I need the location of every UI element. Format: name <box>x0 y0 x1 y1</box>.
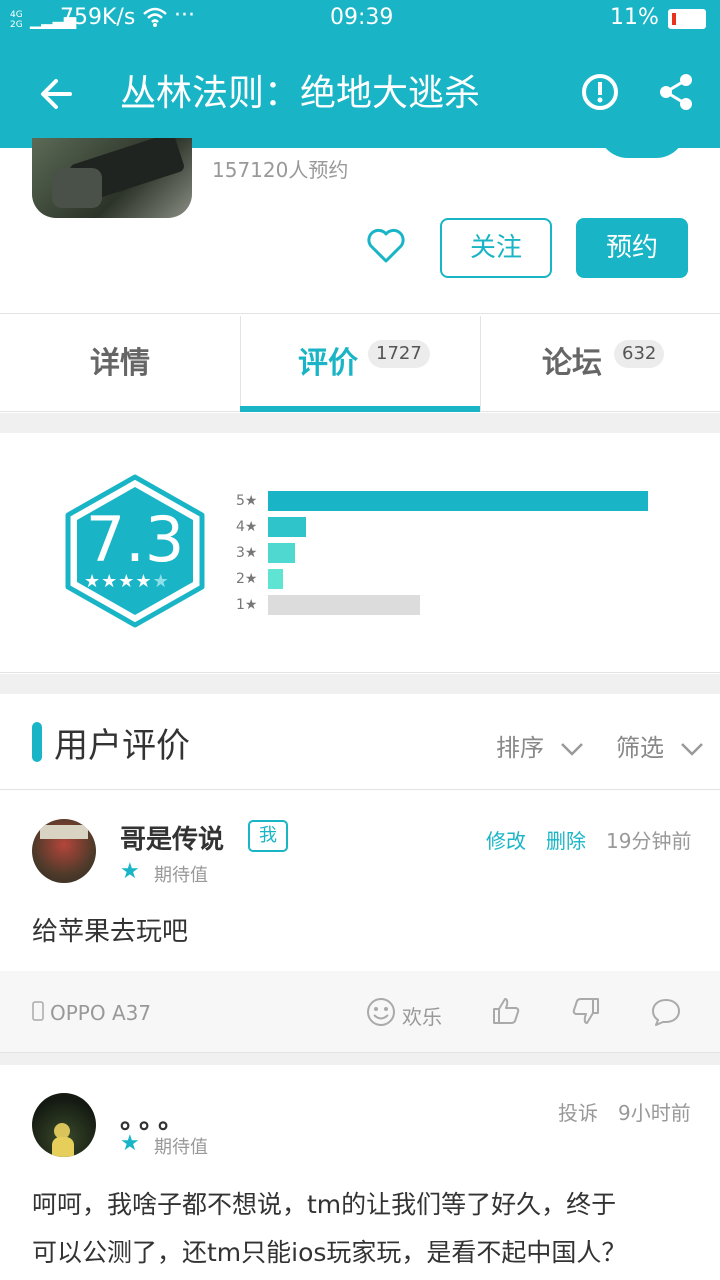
divider <box>0 1053 720 1065</box>
star-icon: ★ <box>120 859 140 884</box>
reviews-count-badge: 1727 <box>368 340 430 368</box>
tab-reviews[interactable]: 评价 1727 <box>240 316 480 412</box>
tab-reviews-label: 评价 <box>298 346 358 381</box>
back-arrow-icon[interactable] <box>36 74 76 118</box>
edit-link[interactable]: 修改 <box>486 825 526 854</box>
review-content: 给苹果去玩吧 <box>32 917 189 947</box>
rating-summary: 7.3 ★★★★★ 5★ 4★ 3★ 2★ 1★ <box>0 433 720 673</box>
status-bar: 4G 2G ▁▂▃▅ 759K/s ··· 09:39 11% <box>0 0 720 40</box>
favorite-heart-icon[interactable] <box>366 228 406 268</box>
reserve-button[interactable]: 预约 <box>576 218 688 278</box>
review-content-line-2: 可以公测了，还tm只能ios玩家玩，是看不起中国人？ <box>32 1238 627 1267</box>
reservation-count: 157120人预约 <box>212 158 349 182</box>
tab-details-label: 详情 <box>90 346 150 381</box>
report-icon[interactable] <box>580 72 620 116</box>
section-title: 用户评价 <box>54 726 190 766</box>
wifi-icon <box>142 6 168 34</box>
review-tag: 期待值 <box>154 1137 208 1158</box>
rating-row-4: 4★ <box>236 517 306 537</box>
rating-row-2: 2★ <box>236 569 283 589</box>
sort-dropdown[interactable]: 排序 <box>496 728 584 763</box>
rating-row-label: 4★ <box>236 519 258 535</box>
rating-row-label: 1★ <box>236 597 258 613</box>
page-title: 丛林法则：绝地大逃杀 <box>120 73 481 114</box>
rating-row-label: 3★ <box>236 545 258 561</box>
divider <box>0 674 720 694</box>
rating-bar-5 <box>268 491 648 511</box>
rating-bar-4 <box>268 517 306 537</box>
rating-row-label: 2★ <box>236 571 258 587</box>
rating-score: 7.3 <box>85 503 185 576</box>
rating-bar-1 <box>268 595 420 615</box>
review-time: 19分钟前 <box>606 829 692 853</box>
review-item: 。。。 投诉 9小时前 ★ 期待值 呵呵，我啥子都不想说，tm的让我们等了好久，… <box>0 1065 720 1280</box>
rating-stars: ★★★★★ <box>84 571 188 592</box>
delete-link[interactable]: 删除 <box>546 825 586 854</box>
smile-icon[interactable] <box>366 997 396 1031</box>
active-tab-indicator <box>240 406 480 412</box>
avatar[interactable] <box>32 819 96 883</box>
review-tag: 期待值 <box>154 865 208 886</box>
share-icon[interactable] <box>656 72 696 116</box>
star-icon: ★ <box>84 571 102 592</box>
thumbs-down-icon[interactable] <box>570 995 602 1031</box>
star-icon: ★ <box>101 571 119 592</box>
network-type: 4G 2G <box>10 10 23 30</box>
tab-forum-label: 论坛 <box>542 346 602 381</box>
sort-label: 排序 <box>496 734 544 762</box>
mood-label: 欢乐 <box>402 1005 442 1029</box>
review-item: 哥是传说 我 修改 删除 19分钟前 ★ 期待值 给苹果去玩吧 <box>0 791 720 971</box>
star-icon: ★ <box>118 571 136 592</box>
star-icon: ★ <box>120 1131 140 1156</box>
filter-dropdown[interactable]: 筛选 <box>616 728 704 763</box>
report-link[interactable]: 投诉 <box>558 1097 598 1126</box>
chevron-down-icon <box>680 743 703 756</box>
phone-icon <box>32 1001 44 1025</box>
star-half-icon: ★ <box>152 571 170 592</box>
rating-bar-3 <box>268 543 295 563</box>
review-content-line-1: 呵呵，我啥子都不想说，tm的让我们等了好久，终于 <box>32 1190 617 1219</box>
star-icon: ★ <box>135 571 153 592</box>
battery-percent: 11% <box>610 5 659 30</box>
play-circle-icon[interactable] <box>598 128 686 158</box>
more-notifications-icon: ··· <box>174 3 195 28</box>
battery-icon <box>668 9 706 29</box>
review-username[interactable]: 哥是传说 <box>120 819 224 856</box>
rating-row-1: 1★ <box>236 595 420 615</box>
me-badge: 我 <box>248 820 288 852</box>
review-footer: OPPO A37 欢乐 <box>0 971 720 1053</box>
game-icon <box>32 138 192 218</box>
follow-button[interactable]: 关注 <box>440 218 552 278</box>
tab-forum[interactable]: 论坛 632 <box>480 316 720 412</box>
rating-row-label: 5★ <box>236 493 258 509</box>
reviews-section-header: 用户评价 排序 筛选 <box>0 694 720 790</box>
review-time: 9小时前 <box>618 1101 691 1125</box>
tab-details[interactable]: 详情 <box>0 316 240 412</box>
forum-count-badge: 632 <box>614 340 665 368</box>
tab-bar: 详情 评价 1727 论坛 632 <box>0 316 720 412</box>
clock: 09:39 <box>330 5 394 30</box>
rating-bar-2 <box>268 569 283 589</box>
network-speed: 759K/s <box>60 5 136 30</box>
filter-label: 筛选 <box>616 734 664 762</box>
avatar[interactable] <box>32 1093 96 1157</box>
divider <box>0 413 720 433</box>
device-name: OPPO A37 <box>50 1001 152 1025</box>
thumbs-up-icon[interactable] <box>490 995 522 1031</box>
rating-row-5: 5★ <box>236 491 648 511</box>
section-accent-bar <box>32 722 42 762</box>
rating-row-3: 3★ <box>236 543 295 563</box>
comment-icon[interactable] <box>650 997 682 1031</box>
chevron-down-icon <box>560 743 583 756</box>
